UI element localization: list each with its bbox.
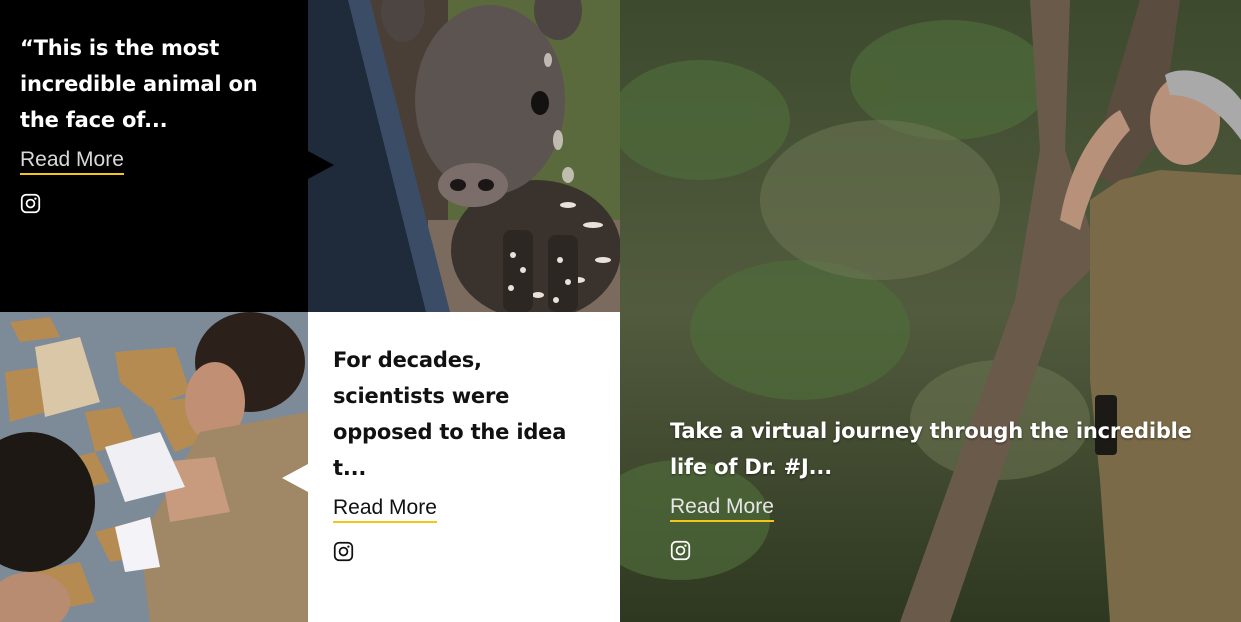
card-pointer-right xyxy=(308,151,334,179)
read-more-link[interactable]: Read More xyxy=(670,494,774,522)
post-excerpt: For decades, scientists were opposed to … xyxy=(333,348,567,480)
card-pointer-left xyxy=(282,464,308,492)
instagram-icon[interactable] xyxy=(333,541,354,562)
forest-photo[interactable]: Take a virtual journey through the incre… xyxy=(620,0,1241,622)
tapir-photo[interactable] xyxy=(308,0,620,312)
fossil-image xyxy=(0,312,308,622)
post-excerpt: Take a virtual journey through the incre… xyxy=(670,419,1192,479)
forest-post-caption: Take a virtual journey through the incre… xyxy=(670,413,1210,561)
post-card-light: For decades, scientists were opposed to … xyxy=(282,312,620,622)
read-more-link[interactable]: Read More xyxy=(333,495,437,523)
instagram-icon[interactable] xyxy=(20,193,41,214)
tapir-image xyxy=(308,0,620,312)
instagram-icon[interactable] xyxy=(670,540,691,561)
post-card-dark: “This is the most incredible animal on t… xyxy=(0,0,308,312)
fossil-photo[interactable] xyxy=(0,312,308,622)
read-more-link[interactable]: Read More xyxy=(20,147,124,175)
post-excerpt: “This is the most incredible animal on t… xyxy=(20,36,258,132)
